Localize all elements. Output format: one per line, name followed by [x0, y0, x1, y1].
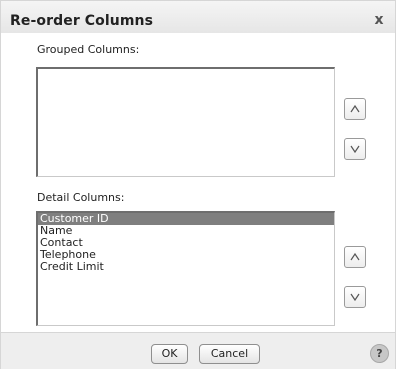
chevron-up-icon [350, 104, 360, 113]
list-item[interactable]: Customer ID [38, 213, 334, 225]
title-bar: Re-order Columns x [1, 1, 395, 33]
chevron-up-icon [350, 252, 360, 261]
grouped-columns-list[interactable] [36, 67, 335, 177]
detail-move-down-button[interactable] [344, 286, 366, 308]
detail-columns-list[interactable]: Customer ID Name Contact Telephone Credit Li… [36, 211, 335, 326]
detail-move-up-button[interactable] [344, 246, 366, 268]
dialog-title: Re-order Columns [10, 13, 154, 29]
grouped-move-up-button[interactable] [344, 98, 366, 120]
list-item[interactable]: Credit Limit [38, 261, 334, 273]
reorder-columns-dialog: Re-order Columns x Grouped Columns: Deta… [0, 0, 396, 369]
chevron-down-icon [350, 293, 360, 302]
help-icon[interactable]: ? [370, 344, 389, 363]
grouped-move-down-button[interactable] [344, 138, 366, 160]
chevron-down-icon [350, 145, 360, 154]
cancel-button[interactable]: Cancel [199, 344, 260, 364]
dialog-footer: OK Cancel ? [1, 332, 395, 369]
grouped-columns-label: Grouped Columns: [37, 43, 140, 56]
close-icon[interactable]: x [372, 13, 386, 27]
detail-columns-label: Detail Columns: [37, 191, 125, 204]
ok-button[interactable]: OK [151, 344, 188, 364]
